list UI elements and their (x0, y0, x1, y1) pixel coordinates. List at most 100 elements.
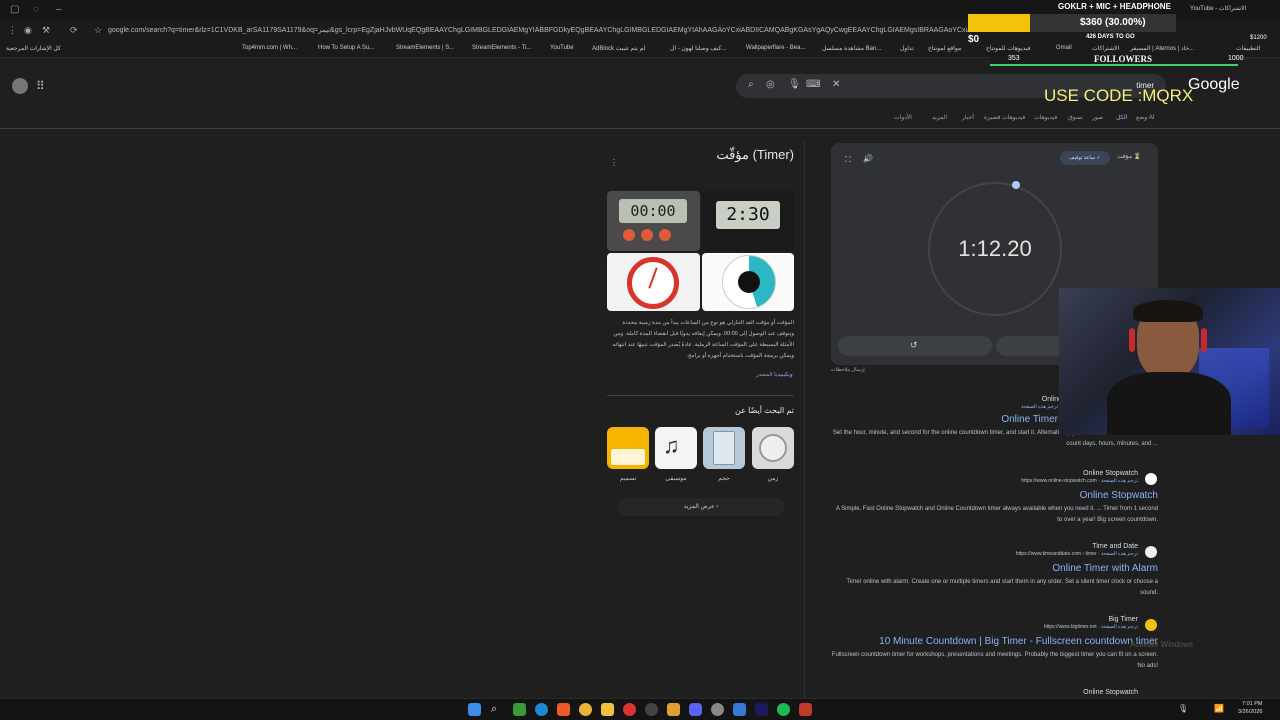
feedback-link[interactable]: إرسال ملاحظات (831, 367, 865, 373)
kp-source: ويكيبيديا المصدر: (700, 372, 794, 378)
reload-icon[interactable]: ⟳ (70, 25, 78, 36)
window-menu-icon[interactable]: ▢ (10, 4, 19, 15)
mic-tray-icon[interactable]: 🎙 (1178, 704, 1188, 713)
translate-link[interactable]: ترجم هذه الصفحة (1101, 551, 1138, 557)
minecraft-icon[interactable] (513, 703, 526, 716)
app-icon-blue[interactable] (733, 703, 746, 716)
fullscreen-icon[interactable]: ⛶ (845, 155, 851, 165)
system-clock[interactable]: 7:01 PM 3/26/2026 (1238, 700, 1262, 716)
kp-more-icon[interactable]: ⋮ (610, 158, 618, 167)
stopwatch-mode-chip[interactable]: ساعة توقيف ✓ (1060, 151, 1110, 165)
kp-source-link[interactable]: ويكيبيديا (774, 372, 792, 378)
obs-icon[interactable] (645, 703, 658, 716)
result-site: Time and Date (1092, 543, 1138, 550)
tab-more[interactable]: المزيد (932, 114, 947, 121)
spotify-icon[interactable] (777, 703, 790, 716)
related-thumb-music[interactable]: ♫ (655, 427, 697, 469)
kp-image-black-timer[interactable]: 2:30 (702, 191, 794, 251)
tab-ai-mode[interactable]: وضع AI (1136, 114, 1155, 121)
kp-image-teal-timer[interactable] (702, 253, 794, 311)
column-divider (804, 140, 805, 700)
related-thumb-volume[interactable] (703, 427, 745, 469)
extension-icon[interactable]: ⚒ (42, 25, 50, 36)
result-title[interactable]: Online Stopwatch (830, 490, 1158, 501)
network-icon[interactable]: 📶 (1214, 704, 1224, 713)
translate-link[interactable]: ترجم هذه الصفحة (1101, 478, 1138, 484)
bookmark-item[interactable]: فيديوهات للمونتاج (986, 45, 1030, 52)
favicon-timeanddate (1145, 546, 1157, 558)
url-field[interactable]: google.com/search?q=timer&rlz=1C1VDKB_ar… (108, 26, 968, 34)
tab-all[interactable]: الكل (1116, 114, 1127, 121)
keyboard-icon[interactable]: ⌨ (806, 79, 820, 90)
bookmark-item[interactable]: كيف وصلنا لهون - ال... (670, 45, 726, 52)
kp-divider (607, 395, 794, 396)
premiere-icon[interactable] (755, 703, 768, 716)
bookmark-item[interactable]: تداول (900, 45, 914, 52)
tab-news[interactable]: أخبار (962, 114, 974, 121)
app-icon-red[interactable] (623, 703, 636, 716)
timer-mode-chip[interactable]: مؤقت ⌛ (1117, 153, 1141, 160)
result-title[interactable]: 10 Minute Countdown | Big Timer - Fullsc… (830, 636, 1158, 647)
search-tabs: وضع AI الكل صور تسوق فيديوهات فيديوهات ق… (880, 112, 1160, 126)
start-icon[interactable] (468, 703, 481, 716)
apps-grid-icon[interactable]: ⠿ (36, 79, 45, 93)
tab-short-videos[interactable]: فيديوهات قصيرة (984, 114, 1025, 121)
search-taskbar-icon[interactable]: ⌕ (491, 703, 504, 716)
bookmark-item[interactable]: How To Setup A Su... (318, 45, 374, 51)
goal-days: 426 DAYS TO GO (1086, 34, 1135, 40)
clear-icon[interactable]: ✕ (832, 79, 840, 90)
edge-icon[interactable] (535, 703, 548, 716)
app-icon-active[interactable] (799, 703, 812, 716)
result-snippet: Fullscreen countdown timer for workshops… (831, 652, 1158, 669)
related-thumb-time[interactable] (752, 427, 794, 469)
related-thumb-design[interactable] (607, 427, 649, 469)
show-more-button[interactable]: عرض المزيد ‹ (617, 498, 785, 516)
bookmark-item[interactable]: YouTube (550, 45, 574, 51)
tab-images[interactable]: صور (1092, 114, 1103, 121)
bookmark-item[interactable]: Top4mm.com | Wh... (242, 45, 297, 51)
kp-image-digits: 00:00 (619, 199, 687, 223)
minimize-icon[interactable]: – (56, 4, 62, 15)
bookmark-item[interactable]: Gmail (1056, 45, 1072, 51)
chrome-icon[interactable] (579, 703, 592, 716)
bookmark-item[interactable]: المسيقر | Aternos | خاد... (1130, 45, 1194, 52)
goal-bar-fill (968, 14, 1031, 32)
vlc-icon[interactable] (667, 703, 680, 716)
bookmark-item[interactable]: Wallpaperflare - Bea... (746, 45, 805, 51)
tab-shopping[interactable]: تسوق (1068, 114, 1083, 121)
result-url-row: https://www.online-stopwatch.com · ترجم … (1021, 478, 1138, 484)
result-url: https://www.online-stopwatch.com (1021, 478, 1097, 484)
sound-icon[interactable]: 🔊 (863, 154, 873, 163)
reload-small-icon[interactable]: ◌ (33, 4, 39, 15)
kp-title: مؤقّت (Timer) (716, 147, 794, 162)
kp-image-digital-timer[interactable]: 00:00 (607, 191, 700, 251)
folder-icon[interactable] (601, 703, 614, 716)
menu-dots-icon[interactable]: ⋮ (8, 25, 17, 36)
result-title[interactable]: Online Timer with Alarm (830, 563, 1158, 574)
profile-icon[interactable]: ◉ (24, 25, 32, 36)
search-icon[interactable]: ⌕ (748, 79, 754, 90)
bookmark-item[interactable]: مواقع لمونتاج (928, 45, 961, 52)
kp-image-red-stopwatch[interactable] (607, 253, 700, 311)
discord-icon[interactable] (689, 703, 702, 716)
bookmark-item[interactable]: AdBlock لم يتم تثبيت (592, 45, 645, 52)
avatar[interactable] (12, 78, 28, 94)
tab-videos[interactable]: فيديوهات (1034, 114, 1057, 121)
reset-button[interactable]: ↺ (838, 336, 992, 356)
windows-watermark: Activate Windows (1130, 640, 1194, 649)
google-logo[interactable]: Google (1188, 76, 1240, 94)
app-icon-gray[interactable] (711, 703, 724, 716)
bookmark-item[interactable]: StreamElements | S... (396, 45, 454, 51)
bookmark-star-icon[interactable]: ☆ (94, 25, 102, 36)
bookmark-item[interactable]: مشاهدة مسلسل Ban... (822, 45, 881, 52)
bookmark-item[interactable]: الاشتراكات (1092, 45, 1119, 52)
lens-icon[interactable]: ◎ (766, 79, 775, 90)
mic-icon[interactable]: 🎙 (788, 79, 801, 90)
translate-link[interactable]: ترجم هذه الصفحة (1101, 624, 1138, 630)
brave-icon[interactable] (557, 703, 570, 716)
tab-youtube[interactable]: YouTube - الاشتراكات (1190, 5, 1246, 12)
bookmark-item[interactable]: StreamElements - Ti... (472, 45, 531, 51)
tab-tools[interactable]: الأدوات (894, 114, 912, 121)
bookmark-item[interactable]: التطبيقات (1236, 45, 1260, 52)
bookmark-item[interactable]: كل الإشارات المرجعية (6, 45, 61, 52)
